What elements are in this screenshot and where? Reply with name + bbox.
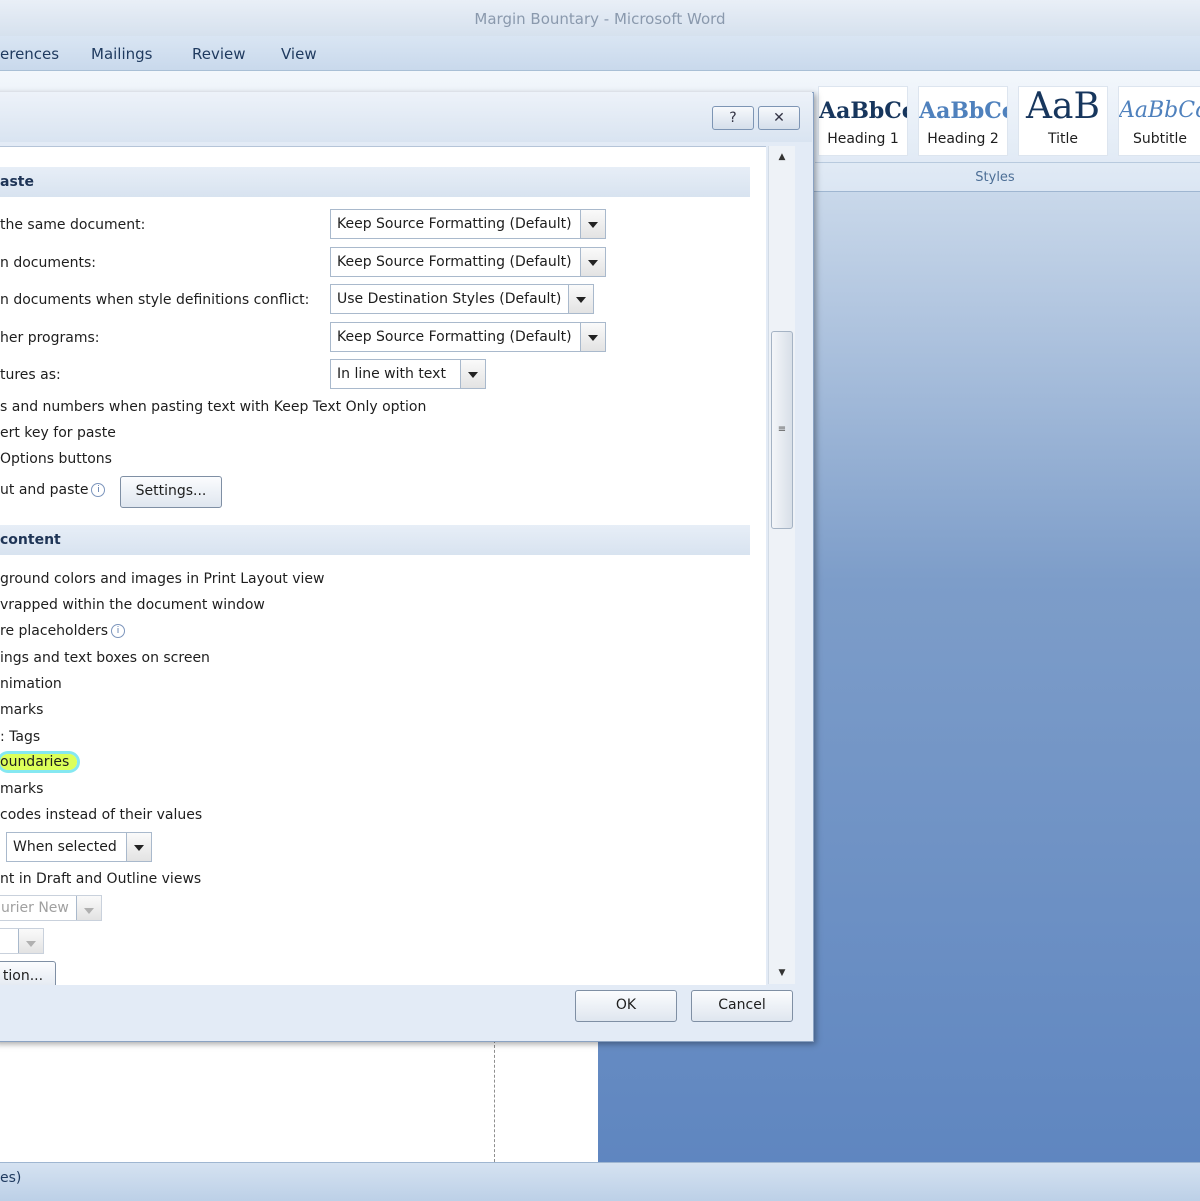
paste-option-label: the same document: xyxy=(0,217,146,233)
close-icon[interactable]: ✕ xyxy=(758,106,800,130)
ribbon-tabs: erences Mailings Review View xyxy=(0,36,1200,71)
window-title: Margin Bountary - Microsoft Word xyxy=(474,10,726,28)
paste-checkbox-label[interactable]: ert key for paste xyxy=(0,425,116,441)
dialog-title-bar xyxy=(0,92,812,142)
tab-view[interactable]: View xyxy=(281,45,317,63)
show-option-text-animation[interactable]: nimation xyxy=(0,676,62,692)
show-option-text-boundaries[interactable]: oundaries xyxy=(0,754,78,770)
scroll-up-icon[interactable]: ▲ xyxy=(769,146,795,168)
font-substitution-button[interactable]: tion... xyxy=(0,961,56,985)
select-value: When selected xyxy=(13,839,117,855)
tab-mailings[interactable]: Mailings xyxy=(91,45,152,63)
show-option-smart-tags[interactable]: : Tags xyxy=(0,729,40,745)
info-icon: i xyxy=(91,483,106,497)
document-page[interactable] xyxy=(0,1040,598,1162)
style-name: Title xyxy=(1047,131,1078,147)
status-text: es) xyxy=(0,1170,22,1186)
show-option-wrap-text[interactable]: vrapped within the document window xyxy=(0,597,265,613)
status-bar xyxy=(0,1162,1200,1201)
chevron-down-icon[interactable] xyxy=(580,248,605,276)
paste-checkbox-label[interactable]: s and numbers when pasting text with Kee… xyxy=(0,399,426,415)
draft-font-name-select[interactable]: urier New xyxy=(0,895,102,921)
show-option-field-codes[interactable]: codes instead of their values xyxy=(0,807,202,823)
chevron-down-icon[interactable] xyxy=(18,929,43,953)
show-option-bookmarks[interactable]: marks xyxy=(0,702,43,718)
style-preview: AaBbCc xyxy=(919,98,1007,124)
info-icon: i xyxy=(111,624,126,638)
ok-button[interactable]: OK xyxy=(575,990,677,1022)
select-value: Keep Source Formatting (Default) xyxy=(337,216,572,232)
select-value: In line with text xyxy=(337,366,446,382)
show-option-background-colors[interactable]: ground colors and images in Print Layout… xyxy=(0,571,325,587)
select-value: Use Destination Styles (Default) xyxy=(337,291,562,307)
cancel-button[interactable]: Cancel xyxy=(691,990,793,1022)
tab-references[interactable]: erences xyxy=(0,45,59,63)
select-value: urier New xyxy=(1,900,69,916)
chevron-down-icon[interactable] xyxy=(568,285,593,313)
style-name: Heading 1 xyxy=(827,131,899,147)
chevron-down-icon[interactable] xyxy=(460,360,485,388)
picture-placeholders-text: re placeholders xyxy=(0,623,109,639)
paste-checkbox-label[interactable]: Options buttons xyxy=(0,451,112,467)
styles-divider xyxy=(815,162,1200,163)
chevron-down-icon[interactable] xyxy=(126,833,151,861)
style-heading-1[interactable]: AaBbCc Heading 1 xyxy=(818,86,908,156)
paste-option-label: n documents: xyxy=(0,255,96,271)
paste-between-documents-select[interactable]: Keep Source Formatting (Default) xyxy=(330,247,606,277)
window-title-bar: Margin Bountary - Microsoft Word xyxy=(0,0,1200,36)
show-option-picture-placeholders[interactable]: re placeholders i xyxy=(0,623,126,639)
draft-font-label[interactable]: nt in Draft and Outline views xyxy=(0,871,201,887)
paste-other-programs-select[interactable]: Keep Source Formatting (Default) xyxy=(330,322,606,352)
draft-font-size-select[interactable] xyxy=(0,928,44,954)
field-shading-select[interactable]: When selected xyxy=(6,832,152,862)
scroll-thumb[interactable]: ≡ xyxy=(771,331,793,529)
paste-style-conflict-select[interactable]: Use Destination Styles (Default) xyxy=(330,284,594,314)
chevron-down-icon[interactable] xyxy=(580,210,605,238)
style-heading-2[interactable]: AaBbCc Heading 2 xyxy=(918,86,1008,156)
tab-review[interactable]: Review xyxy=(192,45,246,63)
smart-cut-paste-label[interactable]: ut and paste i xyxy=(0,482,106,498)
style-preview: AaBbCc xyxy=(1119,98,1200,123)
smart-cut-paste-text: ut and paste xyxy=(0,482,89,498)
style-preview: AaB xyxy=(1026,87,1100,127)
show-option-crop-marks[interactable]: marks xyxy=(0,781,43,797)
paste-same-document-select[interactable]: Keep Source Formatting (Default) xyxy=(330,209,606,239)
scroll-down-icon[interactable]: ▼ xyxy=(769,962,795,984)
select-value: Keep Source Formatting (Default) xyxy=(337,254,572,270)
select-value: Keep Source Formatting (Default) xyxy=(337,329,572,345)
styles-group-label: Styles xyxy=(975,170,1015,185)
text-boundary-line xyxy=(494,1040,495,1162)
insert-pictures-select[interactable]: In line with text xyxy=(330,359,486,389)
style-name: Subtitle xyxy=(1132,131,1188,147)
chevron-down-icon[interactable] xyxy=(580,323,605,351)
style-subtitle[interactable]: AaBbCc Subtitle xyxy=(1118,86,1200,156)
style-title[interactable]: AaB Title xyxy=(1018,86,1108,156)
dialog-scrollbar[interactable]: ▲ ≡ ▼ xyxy=(768,146,795,984)
settings-button[interactable]: Settings... xyxy=(120,476,222,508)
show-option-drawings[interactable]: ings and text boxes on screen xyxy=(0,650,210,666)
chevron-down-icon[interactable] xyxy=(76,896,101,920)
paste-option-label: her programs: xyxy=(0,330,100,346)
paste-option-label: n documents when style definitions confl… xyxy=(0,292,310,308)
style-preview: AaBbCc xyxy=(819,98,907,124)
section-header-paste: aste xyxy=(0,167,750,197)
paste-option-label: tures as: xyxy=(0,367,61,383)
help-button[interactable]: ? xyxy=(712,106,754,130)
section-header-show-content: content xyxy=(0,525,750,555)
dialog-content: aste the same document: Keep Source Form… xyxy=(0,146,766,985)
style-name: Heading 2 xyxy=(927,131,999,147)
